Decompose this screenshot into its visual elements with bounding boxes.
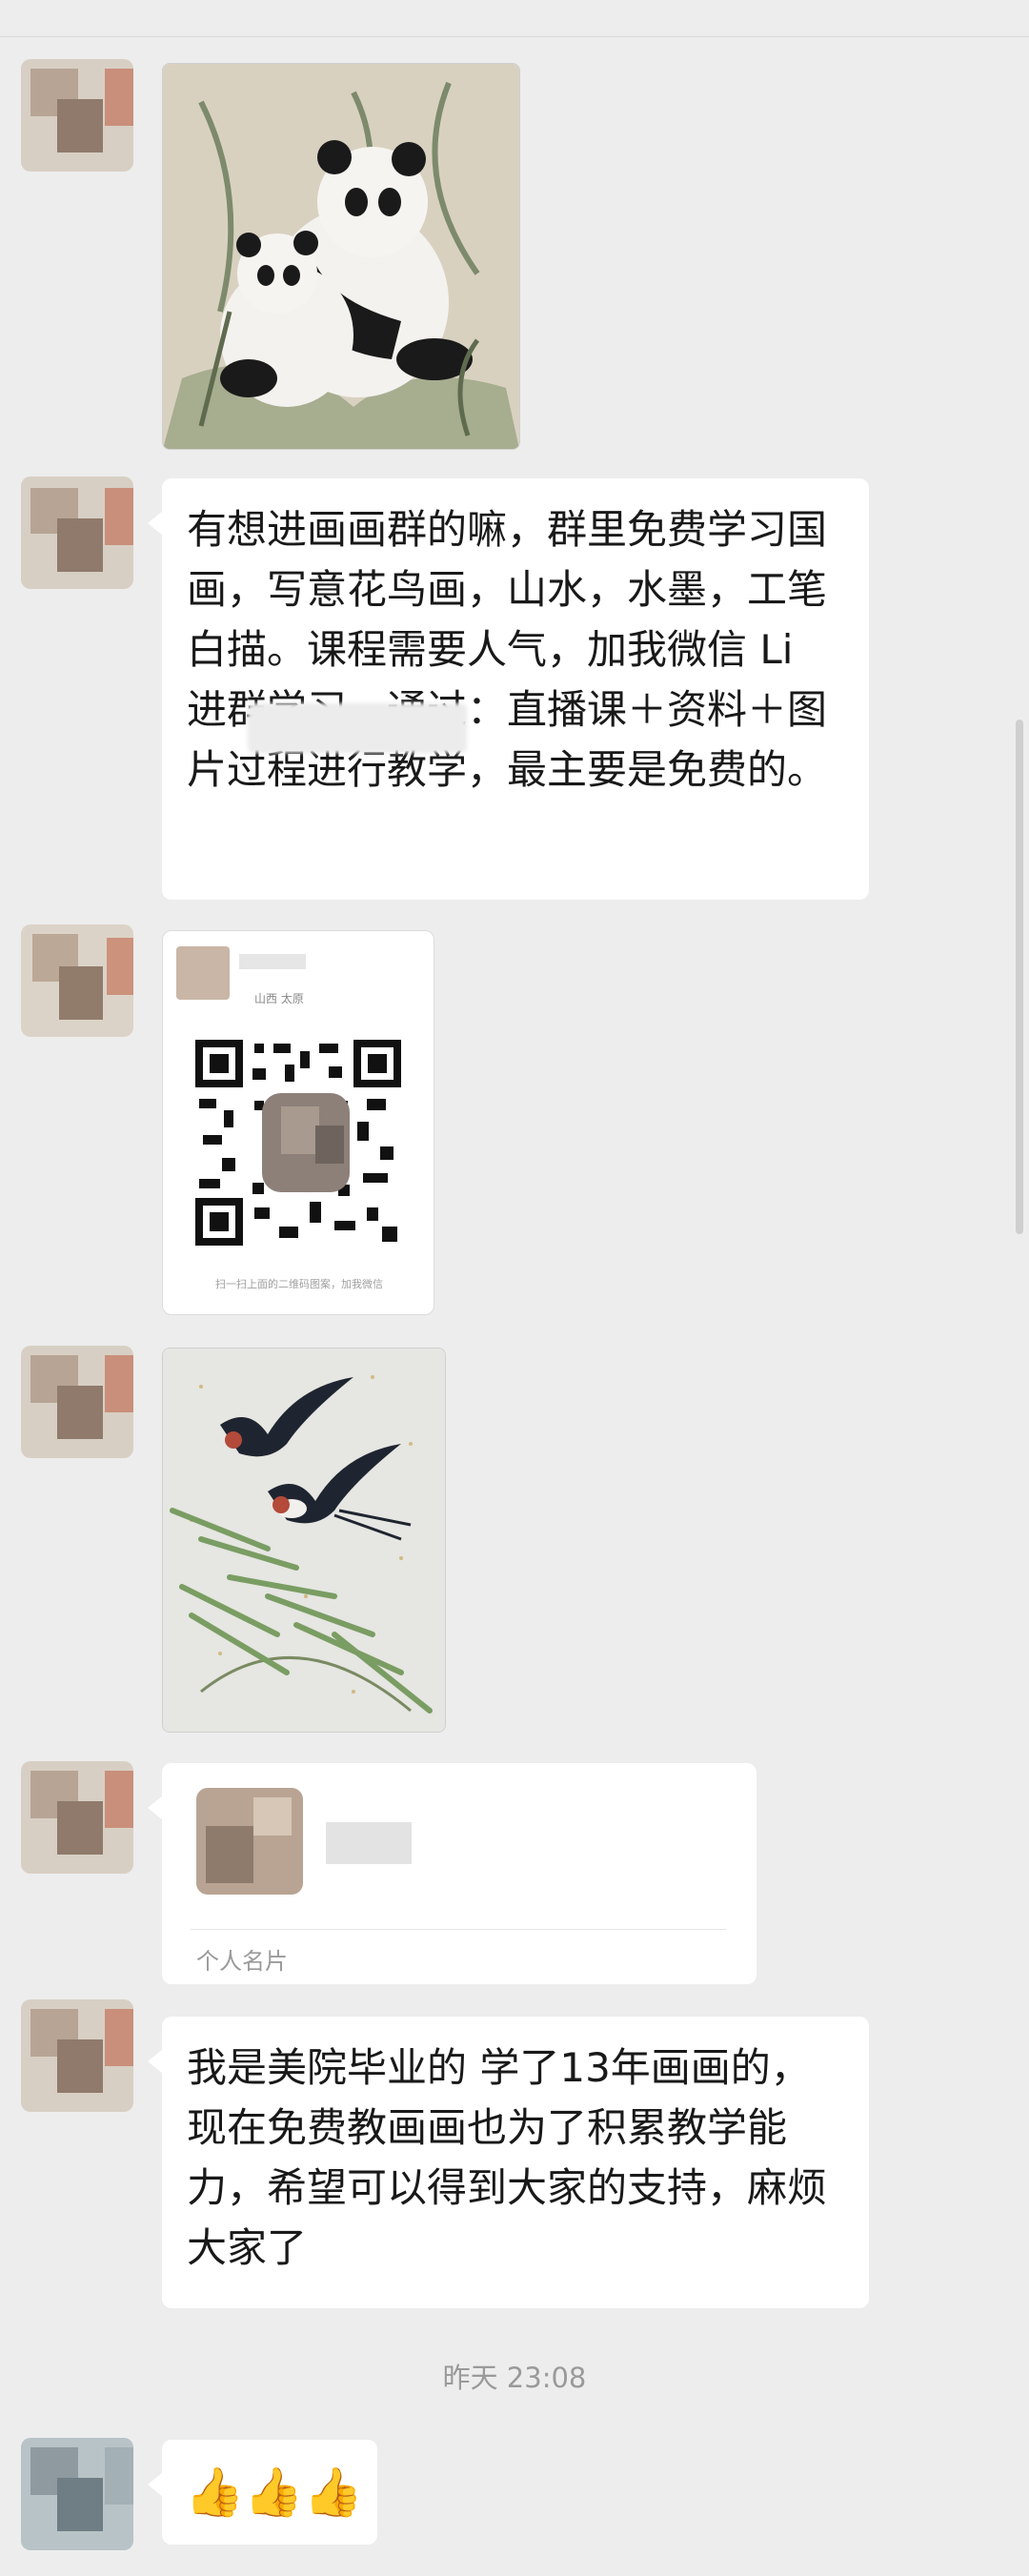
timestamp: 昨天 23:08 bbox=[442, 2362, 587, 2394]
contact-card-label: 个人名片 bbox=[196, 1948, 288, 1975]
panda-painting bbox=[163, 64, 519, 449]
message-bubble[interactable]: 有想进画画群的嘛，群里免费学习国画，写意花鸟画，山水，水墨，工笔白描。课程需要人… bbox=[148, 478, 920, 900]
avatar[interactable] bbox=[21, 59, 133, 172]
redacted-contact-name bbox=[326, 1822, 412, 1864]
redacted-name bbox=[239, 954, 306, 969]
qr-card-caption: 扫一扫上面的二维码图案，加我微信 bbox=[215, 1278, 383, 1290]
avatar[interactable] bbox=[21, 1999, 133, 2112]
avatar[interactable] bbox=[21, 477, 133, 589]
contact-avatar bbox=[196, 1788, 303, 1895]
contact-card[interactable]: 个人名片 bbox=[148, 1763, 757, 1984]
avatar[interactable] bbox=[21, 2438, 133, 2550]
message-text: 我是美院毕业的 学了13年画画的，现在免费教画画也为了积累教学能力，希望可以得到… bbox=[187, 2044, 828, 2271]
thumbs-up-icon: 👍👍👍 bbox=[185, 2464, 363, 2520]
emoji-bubble[interactable]: 👍👍👍 bbox=[148, 2440, 377, 2545]
qr-code-card[interactable]: 山西 太原 扫一扫上面的二维码图案，加我微信 bbox=[162, 930, 434, 1315]
avatar[interactable] bbox=[21, 924, 133, 1037]
swallows-painting-image[interactable] bbox=[162, 1348, 446, 1733]
qr-card-avatar bbox=[176, 946, 230, 1000]
avatar[interactable] bbox=[21, 1346, 133, 1458]
qr-card-location: 山西 太原 bbox=[254, 992, 304, 1005]
message-bubble[interactable]: 我是美院毕业的 学了13年画画的，现在免费教画画也为了积累教学能力，希望可以得到… bbox=[148, 2017, 869, 2308]
qr-code bbox=[195, 1040, 401, 1246]
scrollbar[interactable] bbox=[1016, 720, 1023, 1234]
divider bbox=[191, 1929, 726, 1930]
swallows-painting bbox=[163, 1349, 445, 1732]
top-bar bbox=[0, 0, 1029, 37]
avatar[interactable] bbox=[21, 1761, 133, 1874]
message-text: 有想进画画群的嘛，群里免费学习国画，写意花鸟画，山水，水墨，工笔白描。课程需要人… bbox=[187, 506, 920, 793]
redacted-wechat-id bbox=[248, 703, 467, 753]
panda-painting-image[interactable] bbox=[162, 63, 520, 450]
